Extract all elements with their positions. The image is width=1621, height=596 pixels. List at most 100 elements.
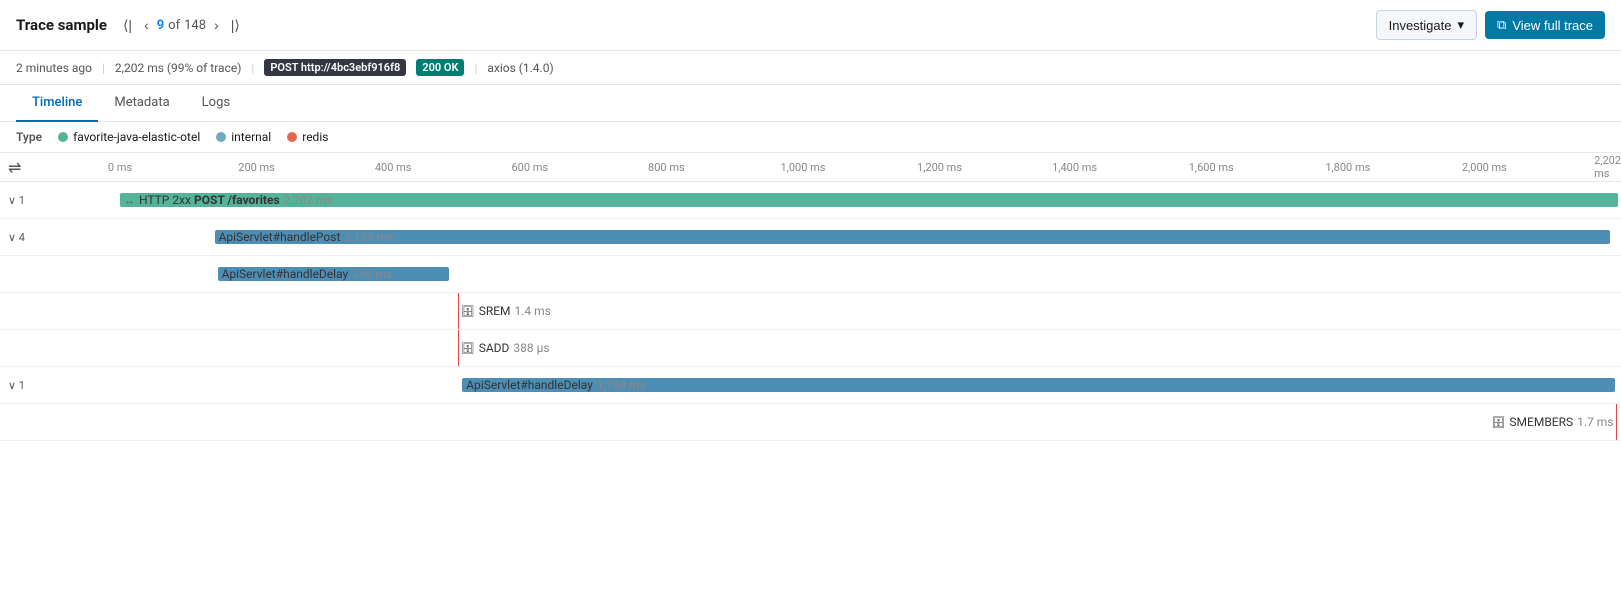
span-http: HTTP 2xx POST /favorites (139, 193, 280, 207)
type-label: Type (16, 130, 42, 144)
sep1: | (102, 61, 105, 75)
row1-bar-area: ↔ HTTP 2xx POST /favorites 2,202 ms (120, 182, 1621, 218)
trace-row-2[interactable]: ∨ 4 ApiServlet#handlePost 2,154 ms (0, 219, 1621, 256)
dot-blue (216, 132, 226, 142)
tab-logs[interactable]: Logs (186, 85, 246, 122)
legend-item-java: favorite-java-elastic-otel (58, 130, 200, 144)
vertical-line-smembers (1616, 404, 1617, 440)
span-duration-4: 1.4 ms (515, 304, 551, 318)
row6-label: ∨ 1 (0, 375, 120, 396)
page-title: Trace sample (16, 16, 107, 34)
row3-bar-area: ApiServlet#handleDelay 349 ms (120, 256, 1621, 292)
tick-0: 0 ms (108, 161, 132, 174)
library: axios (1.4.0) (487, 61, 553, 75)
tick-1200: 1,200 ms (917, 161, 962, 174)
span-handledelay-2: ApiServlet#handleDelay (466, 378, 593, 392)
row6-name-area: ApiServlet#handleDelay 1,754 ms (462, 367, 646, 403)
tabs: Timeline Metadata Logs (0, 85, 1621, 122)
pagination-of: of (168, 18, 180, 33)
tick-1400: 1,400 ms (1052, 161, 1097, 174)
tick-200: 200 ms (238, 161, 275, 174)
legend-redis-label: redis (302, 130, 328, 144)
row1-label: ∨ 1 (0, 190, 120, 211)
next-page-button[interactable]: › (210, 15, 223, 35)
tick-end: 2,202 ms (1594, 154, 1621, 180)
tick-800: 800 ms (648, 161, 685, 174)
legend-java-label: favorite-java-elastic-otel (73, 130, 200, 144)
db-icon-srem: 🗄 (461, 305, 475, 318)
pagination: ⟨| ‹ 9 of 148 › |⟩ (119, 15, 244, 36)
header-right: Investigate ▾ ⧉ View full trace (1376, 10, 1605, 40)
collapse-btn-1[interactable]: ∨ 1 (8, 194, 25, 207)
sep3: | (474, 61, 477, 75)
view-full-trace-button[interactable]: ⧉ View full trace (1485, 11, 1605, 39)
tick-400: 400 ms (375, 161, 412, 174)
ruler-label-area: ⇌ (0, 154, 120, 181)
span-srem: SREM (479, 304, 511, 318)
legend-item-redis: redis (287, 130, 328, 144)
trace-row-3[interactable]: ApiServlet#handleDelay 349 ms (0, 256, 1621, 293)
vertical-line-sadd (458, 330, 459, 366)
legend-internal-label: internal (231, 130, 271, 144)
span-handledelay-1: ApiServlet#handleDelay (222, 267, 349, 281)
row6-bar-area: ApiServlet#handleDelay 1,754 ms (120, 367, 1621, 403)
investigate-button[interactable]: Investigate ▾ (1376, 10, 1477, 40)
collapse-btn-6[interactable]: ∨ 1 (8, 379, 25, 392)
db-icon-sadd: 🗄 (461, 342, 475, 355)
span-smembers: SMEMBERS (1509, 415, 1573, 429)
time-ago: 2 minutes ago (16, 61, 92, 75)
row7-bar-area: 🗄 SMEMBERS 1.7 ms (120, 404, 1621, 440)
row5-bar-area: 🗄 SADD 388 μs (120, 330, 1621, 366)
tick-1000: 1,000 ms (780, 161, 825, 174)
tick-2000: 2,000 ms (1462, 161, 1507, 174)
trace-row-1[interactable]: ∨ 1 ↔ HTTP 2xx POST /favorites 2,202 ms (0, 182, 1621, 219)
span-duration-3: 349 ms (352, 267, 392, 281)
sep2: | (251, 61, 254, 75)
pagination-total: 148 (184, 18, 206, 33)
duration: 2,202 ms (99% of trace) (115, 61, 241, 75)
legend-bar: Type favorite-java-elastic-otel internal… (0, 122, 1621, 153)
row4-name-area: 🗄 SREM 1.4 ms (461, 293, 551, 329)
row3-name-area: ApiServlet#handleDelay 349 ms (218, 256, 393, 292)
trace-icon: ⧉ (1497, 17, 1506, 33)
chevron-down-icon: ▾ (1457, 17, 1464, 33)
http-icon: ↔ (124, 194, 135, 207)
last-page-button[interactable]: |⟩ (227, 15, 244, 36)
tick-600: 600 ms (511, 161, 548, 174)
trace-row-7[interactable]: 🗄 SMEMBERS 1.7 ms (0, 404, 1621, 441)
bar-2 (215, 230, 1611, 244)
span-sadd: SADD (479, 341, 510, 355)
trace-row-4[interactable]: 🗄 SREM 1.4 ms (0, 293, 1621, 330)
row4-bar-area: 🗄 SREM 1.4 ms (120, 293, 1621, 329)
dot-red (287, 132, 297, 142)
timeline-container: ⇌ 0 ms 200 ms 400 ms 600 ms 800 ms 1,000… (0, 153, 1621, 554)
trace-row-5[interactable]: 🗄 SADD 388 μs (0, 330, 1621, 367)
time-ruler: ⇌ 0 ms 200 ms 400 ms 600 ms 800 ms 1,000… (0, 153, 1621, 182)
tab-timeline[interactable]: Timeline (16, 85, 98, 122)
tick-1800: 1,800 ms (1325, 161, 1370, 174)
row1-name-area: ↔ HTTP 2xx POST /favorites 2,202 ms (120, 182, 333, 218)
filter-icon[interactable]: ⇌ (8, 158, 21, 177)
http-method-badge: POST http://4bc3ebf916f8 (264, 59, 406, 76)
row4-label (0, 307, 120, 315)
ruler-ticks: 0 ms 200 ms 400 ms 600 ms 800 ms 1,000 m… (120, 153, 1621, 181)
vertical-line-srem (458, 293, 459, 329)
row7-label (0, 418, 120, 426)
trace-row-6[interactable]: ∨ 1 ApiServlet#handleDelay 1,754 ms (0, 367, 1621, 404)
span-duration-2: 2,154 ms (344, 230, 393, 244)
dot-green (58, 132, 68, 142)
view-trace-label: View full trace (1512, 18, 1593, 33)
bar-1 (120, 193, 1618, 207)
meta-bar: 2 minutes ago | 2,202 ms (99% of trace) … (0, 51, 1621, 85)
prev-page-button[interactable]: ‹ (140, 15, 153, 35)
header-left: Trace sample ⟨| ‹ 9 of 148 › |⟩ (16, 15, 244, 36)
tab-metadata[interactable]: Metadata (98, 85, 185, 122)
row2-label: ∨ 4 (0, 227, 120, 248)
row2-name-area: ApiServlet#handlePost 2,154 ms (215, 219, 394, 255)
investigate-label: Investigate (1389, 18, 1452, 33)
row5-label (0, 344, 120, 352)
row7-name-area: 🗄 SMEMBERS 1.7 ms (1491, 404, 1613, 440)
first-page-button[interactable]: ⟨| (119, 15, 136, 36)
span-duration-5: 388 μs (513, 341, 549, 355)
collapse-btn-2[interactable]: ∨ 4 (8, 231, 25, 244)
